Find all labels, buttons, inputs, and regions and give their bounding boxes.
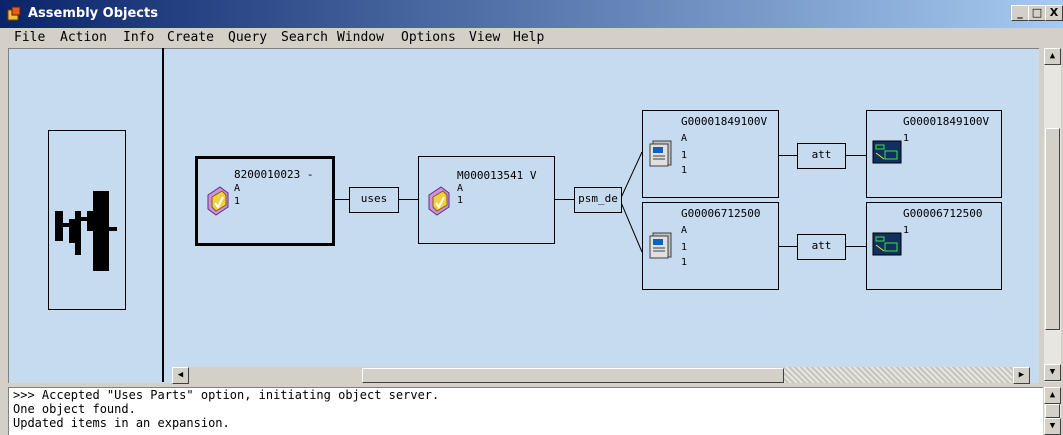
node-g2-rev: A (681, 225, 688, 236)
node-g2-line3: 1 (681, 257, 688, 268)
app-icon (7, 6, 21, 21)
menu-view[interactable]: View (469, 30, 500, 45)
node-g1-line2: 1 (681, 150, 688, 161)
node-child-title: M000013541 V (457, 169, 537, 182)
edge-att-d2 (845, 246, 866, 247)
part-icon (428, 186, 450, 216)
scroll-left-button[interactable]: ◀ (172, 367, 189, 384)
menu-options[interactable]: Options (401, 30, 456, 45)
horizontal-scroll-thumb[interactable] (362, 368, 784, 383)
node-root-rev: A (234, 183, 241, 194)
edge-g1-att (778, 155, 797, 156)
node-d1-title: G00001849100V (903, 115, 990, 128)
menu-info[interactable]: Info (123, 30, 154, 45)
console-scroll-up-button[interactable]: ▲ (1044, 387, 1061, 404)
edge-att-d1 (845, 155, 866, 156)
overview-divider[interactable] (162, 48, 164, 382)
horizontal-scrollbar[interactable]: ◀ ▶ (172, 367, 1030, 384)
node-d2[interactable]: G00006712500 1 (866, 202, 1002, 290)
node-d1[interactable]: G00001849100V 1 (866, 110, 1002, 198)
overview-graph-icon (55, 191, 117, 271)
edge-uses-child (398, 199, 418, 200)
scroll-right-button[interactable]: ▶ (1013, 367, 1030, 384)
vertical-scroll-thumb[interactable] (1045, 128, 1060, 330)
relation-att-2[interactable]: att (797, 234, 846, 260)
minimize-button[interactable]: _ (1011, 5, 1029, 21)
node-root-qty: 1 (234, 196, 241, 207)
menu-action[interactable]: Action (60, 30, 107, 45)
node-root[interactable]: 8200010023 - A 1 (195, 156, 335, 246)
menu-help[interactable]: Help (513, 30, 544, 45)
document-icon (649, 140, 672, 167)
scroll-down-button[interactable]: ▼ (1044, 364, 1061, 381)
console-line: One object found. (13, 402, 136, 416)
menu-window[interactable]: Window (337, 30, 384, 45)
node-g1-title: G00001849100V (681, 115, 768, 128)
node-g2-title: G00006712500 (681, 207, 761, 220)
console-line: >>> Accepted "Uses Parts" option, initia… (13, 388, 440, 402)
console-scrollbar[interactable]: ▲ ▼ (1044, 387, 1061, 435)
message-console[interactable]: >>> Accepted "Uses Parts" option, initia… (8, 387, 1043, 435)
maximize-button[interactable]: □ (1028, 5, 1046, 21)
menu-query[interactable]: Query (228, 30, 267, 45)
node-g2[interactable]: G00006712500 A 1 1 (642, 202, 779, 290)
part-icon (207, 186, 229, 216)
document-icon (649, 232, 672, 259)
node-g1-line3: 1 (681, 165, 688, 176)
drawing-icon (872, 232, 902, 256)
node-d2-qty: 1 (903, 225, 910, 236)
node-child-qty: 1 (457, 195, 464, 206)
menu-search[interactable]: Search (281, 30, 328, 45)
drawing-icon (872, 140, 902, 164)
relation-uses[interactable]: uses (349, 187, 399, 213)
scroll-up-button[interactable]: ▲ (1044, 48, 1061, 65)
relation-psm[interactable]: psm_de (574, 187, 622, 213)
node-root-title: 8200010023 - (234, 168, 314, 181)
node-child[interactable]: M000013541 V A 1 (418, 156, 555, 244)
window-title: Assembly Objects (28, 6, 158, 21)
console-scroll-down-button[interactable]: ▼ (1044, 418, 1061, 435)
menu-file[interactable]: File (14, 30, 45, 45)
node-d1-qty: 1 (903, 133, 910, 144)
console-line: Updated items in an expansion. (13, 416, 230, 430)
node-g1-rev: A (681, 133, 688, 144)
overview-panel[interactable] (48, 130, 126, 310)
edge-g2-att (778, 246, 797, 247)
menu-create[interactable]: Create (167, 30, 214, 45)
node-g2-line2: 1 (681, 242, 688, 253)
node-g1[interactable]: G00001849100V A 1 1 (642, 110, 779, 198)
close-button[interactable]: X (1045, 5, 1063, 21)
console-scroll-thumb[interactable] (1045, 404, 1060, 418)
edge-child-psm (554, 199, 574, 200)
node-child-rev: A (457, 183, 464, 194)
vertical-scrollbar[interactable]: ▲ ▼ (1044, 48, 1061, 382)
relation-att-1[interactable]: att (797, 143, 846, 169)
title-bar (0, 0, 1063, 28)
horizontal-scroll-track[interactable] (784, 367, 1012, 383)
node-d2-title: G00006712500 (903, 207, 983, 220)
